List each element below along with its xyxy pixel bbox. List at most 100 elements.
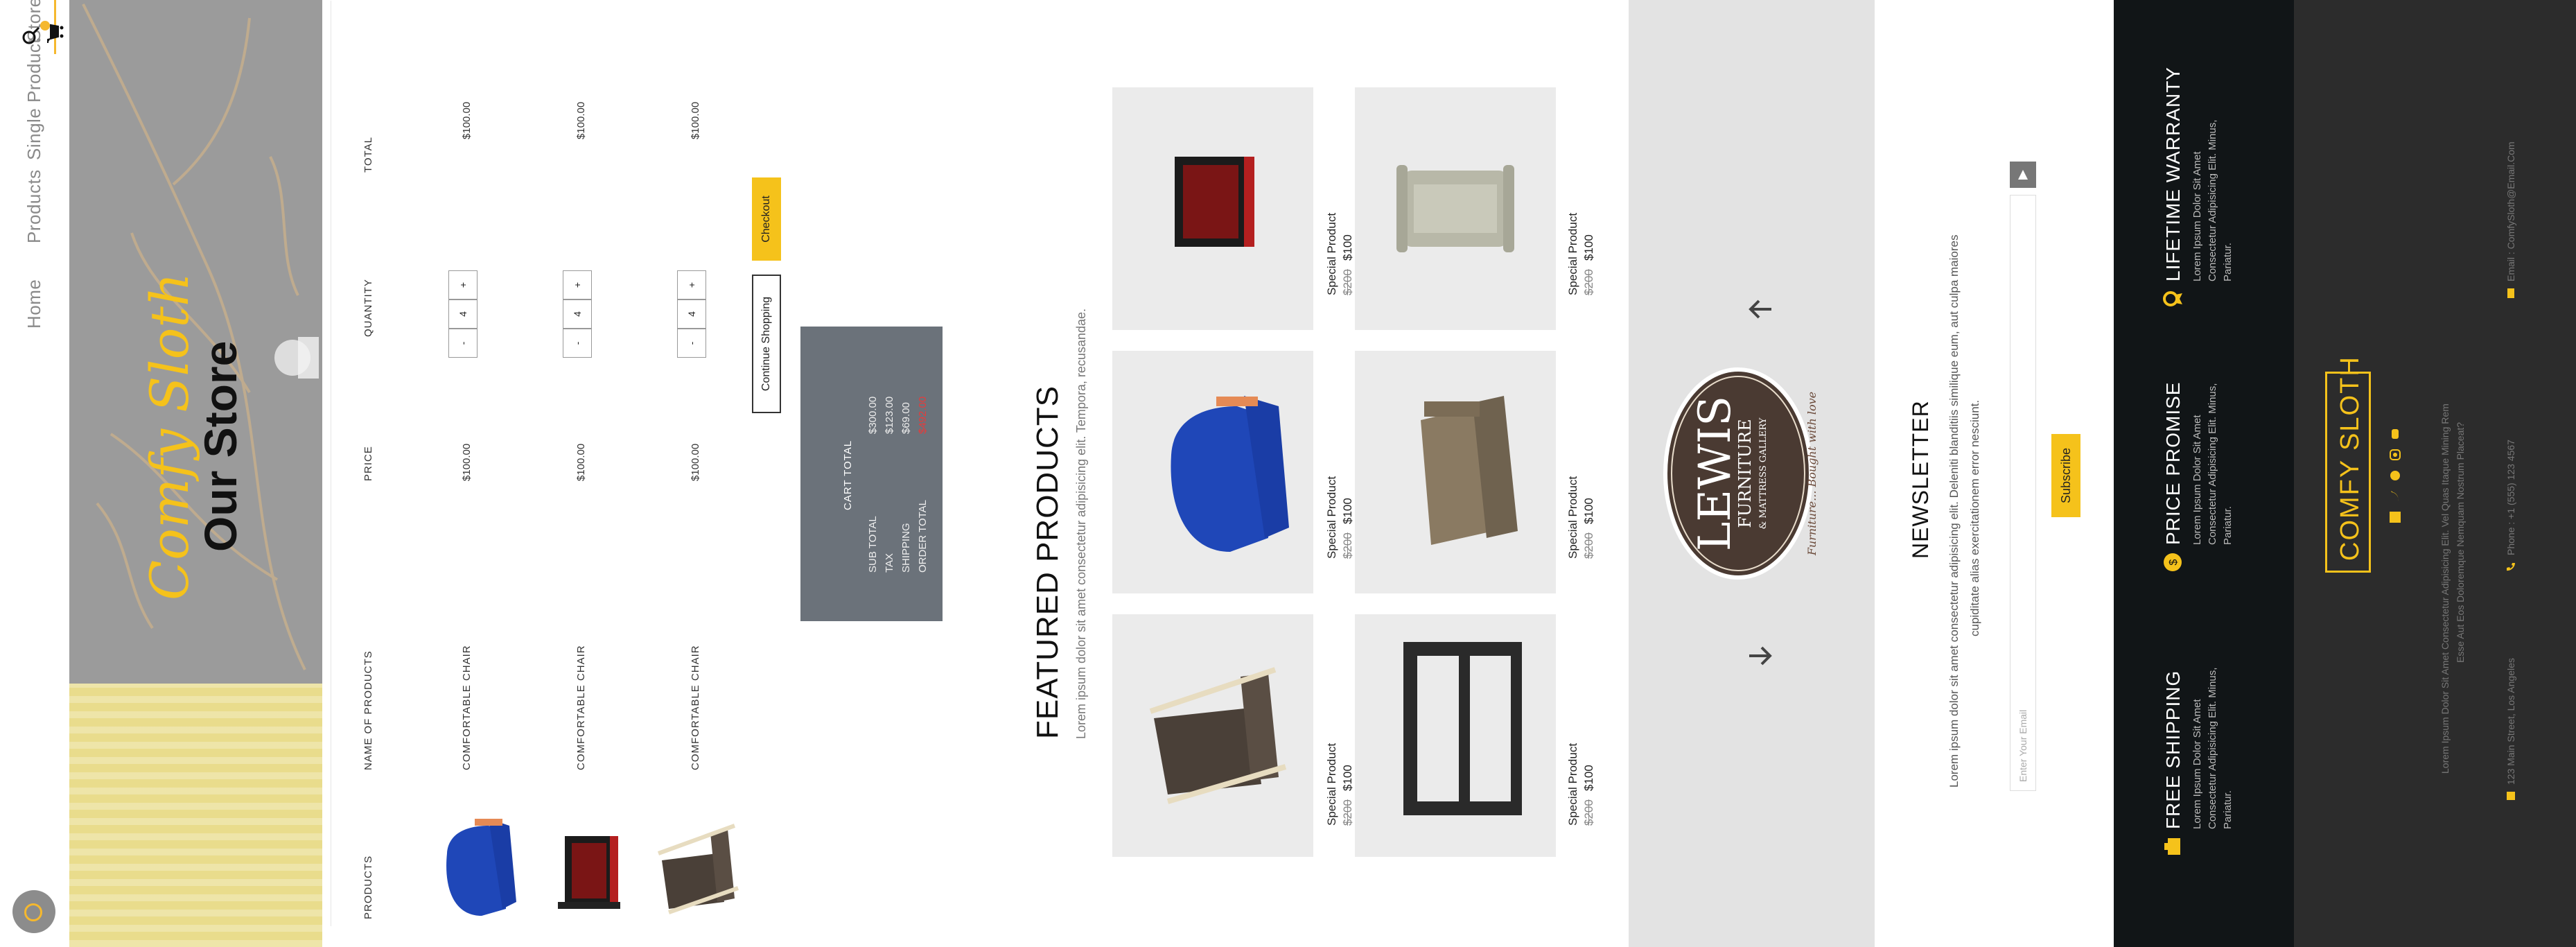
card-name: Special Product bbox=[1566, 742, 1579, 826]
cart-count-badge bbox=[40, 21, 50, 31]
col-name: NAME OF PRODUCTS bbox=[362, 650, 374, 770]
card-old-price: $200 bbox=[1341, 799, 1354, 826]
qty-value-field[interactable]: 4 bbox=[563, 299, 592, 329]
product-card[interactable] bbox=[1355, 351, 1556, 593]
product-name: COMFORTABLE CHAIR bbox=[575, 645, 587, 770]
qty-decrease-button[interactable]: - bbox=[563, 329, 592, 358]
newsletter-title: NEWSLETTER bbox=[1908, 400, 1933, 559]
feature-text: Lorem Ipsum Dolor Sit Amet Consectetur A… bbox=[2191, 119, 2234, 281]
card-price: $100 bbox=[1582, 765, 1595, 791]
row-total: $100.00 bbox=[690, 101, 701, 139]
box-icon bbox=[2164, 838, 2180, 855]
nav-single-product[interactable]: Single Product bbox=[24, 38, 45, 160]
lounge-chair-image bbox=[1149, 667, 1287, 804]
newsletter-text-2: cupiditate alias exercitationem error ne… bbox=[1968, 399, 1981, 636]
col-products: PRODUCTS bbox=[362, 855, 374, 919]
order-total-value: $492.00 bbox=[917, 396, 929, 434]
logo-tagline-text: Furniture... Bought with love bbox=[1805, 392, 1819, 556]
search-icon[interactable] bbox=[21, 26, 40, 46]
card-old-price: $200 bbox=[1341, 269, 1354, 295]
card-price: $100 bbox=[1582, 498, 1595, 524]
product-name: COMFORTABLE CHAIR bbox=[461, 645, 473, 770]
features-band: FREE SHIPPING Lorem Ipsum Dolor Sit Amet… bbox=[2114, 0, 2294, 947]
newsletter-text: Lorem ipsum dolor sit amet consectetur a… bbox=[1947, 234, 1961, 788]
award-icon bbox=[2163, 291, 2182, 306]
hero-title: Our Store bbox=[195, 340, 246, 552]
product-price: $100.00 bbox=[461, 443, 473, 481]
card-old-price: $200 bbox=[1341, 532, 1354, 559]
qty-decrease-button[interactable]: - bbox=[677, 329, 706, 358]
footer-about: Lorem Ipsum Dolor Sit Amet Consectetur A… bbox=[2439, 403, 2451, 774]
location-icon bbox=[2507, 792, 2515, 800]
site-footer: COMFY SLOTH Lorem Ipsum Dolor Sit Amet C… bbox=[2294, 0, 2576, 947]
main-nav: Home Products Single Product Store bbox=[0, 0, 69, 947]
footer-about-2: Esse Aut Eos Doloremque Nemquam Nostrum … bbox=[2455, 422, 2466, 663]
arrow-up-icon[interactable] bbox=[1746, 295, 1774, 323]
red-armchair-image bbox=[1175, 157, 1254, 247]
card-old-price: $200 bbox=[1582, 532, 1595, 559]
instagram-icon[interactable] bbox=[2390, 449, 2401, 460]
logo-main-text: LEWIS bbox=[1690, 396, 1741, 551]
subscribe-button[interactable]: Subscribe bbox=[2051, 434, 2080, 517]
card-old-price: $200 bbox=[1582, 799, 1595, 826]
send-icon[interactable] bbox=[2010, 162, 2036, 188]
product-price: $100.00 bbox=[690, 443, 701, 481]
logo-sub-text: FURNITURE bbox=[1735, 419, 1755, 528]
order-total-label: ORDER TOTAL bbox=[917, 499, 929, 573]
youtube-icon[interactable] bbox=[2390, 428, 2401, 440]
cart-section: PRODUCTS NAME OF PRODUCTS PRICE QUANTITY… bbox=[322, 0, 1015, 947]
product-card[interactable] bbox=[1112, 614, 1313, 857]
arrow-down-icon[interactable] bbox=[1746, 642, 1774, 670]
nav-home[interactable]: Home bbox=[24, 279, 45, 329]
card-price: $100 bbox=[1341, 234, 1354, 261]
continue-shopping-button[interactable]: Continue Shopping bbox=[752, 275, 781, 413]
feature-text: Lorem Ipsum Dolor Sit Amet Consectetur A… bbox=[2191, 667, 2234, 829]
blue-sofa-image bbox=[1171, 396, 1289, 552]
col-total: TOTAL bbox=[362, 137, 374, 173]
twitter-icon[interactable] bbox=[2390, 491, 2401, 502]
red-armchair-image bbox=[558, 836, 620, 909]
feature-title: PRICE PROMISE bbox=[2162, 381, 2184, 545]
subtotal-value: $300.00 bbox=[867, 396, 879, 434]
email-placeholder: Enter Your Email bbox=[2017, 709, 2029, 782]
qty-increase-button[interactable]: + bbox=[448, 270, 477, 299]
brand-carousel: LEWIS FURNITURE & MATTRESS GALLERY Furni… bbox=[1629, 0, 1875, 947]
facebook-icon[interactable] bbox=[2390, 512, 2401, 523]
nav-products[interactable]: Products bbox=[24, 169, 45, 243]
dollar-icon: $ bbox=[2164, 553, 2182, 571]
card-name: Special Product bbox=[1325, 212, 1338, 295]
newsletter-section: NEWSLETTER Lorem ipsum dolor sit amet co… bbox=[1875, 0, 2114, 947]
shipping-value: $69.00 bbox=[900, 402, 912, 434]
card-price: $100 bbox=[1341, 765, 1354, 791]
card-old-price: $200 bbox=[1582, 269, 1595, 295]
qty-increase-button[interactable]: + bbox=[563, 270, 592, 299]
hero-banner: Comfy Sloth Our Store bbox=[69, 0, 322, 947]
featured-subtitle: Lorem ipsum dolor sit amet consectetur a… bbox=[1074, 309, 1088, 739]
checkout-button[interactable]: Checkout bbox=[752, 177, 781, 261]
col-quantity: QUANTITY bbox=[362, 279, 374, 337]
qty-value-field[interactable]: 4 bbox=[677, 299, 706, 329]
footer-address: 123 Main Street, Los Angeles bbox=[2505, 658, 2516, 785]
qty-value-field[interactable]: 4 bbox=[448, 299, 477, 329]
email-field[interactable]: Enter Your Email bbox=[2010, 195, 2036, 791]
pinterest-icon[interactable] bbox=[2390, 470, 2401, 481]
col-price: PRICE bbox=[362, 446, 374, 481]
featured-title: FEATURED PRODUCTS bbox=[1031, 385, 1064, 739]
feature-title: FREE SHIPPING bbox=[2162, 670, 2184, 829]
qty-increase-button[interactable]: + bbox=[677, 270, 706, 299]
product-card[interactable] bbox=[1112, 351, 1313, 593]
svg-text:$: $ bbox=[2168, 559, 2180, 565]
hero-script-title: Comfy Sloth bbox=[139, 272, 200, 600]
cart-row: COMFORTABLE CHAIR $100.00 - 4 + $100.00 bbox=[634, 0, 752, 947]
product-card[interactable] bbox=[1355, 614, 1556, 857]
row-total: $100.00 bbox=[575, 101, 587, 139]
site-header: Home Products Single Product Store bbox=[0, 0, 69, 947]
product-card[interactable] bbox=[1112, 87, 1313, 330]
row-total: $100.00 bbox=[461, 101, 473, 139]
grey-sofa-image bbox=[1396, 165, 1514, 252]
footer-logo[interactable]: COMFY SLOTH bbox=[2325, 356, 2371, 573]
feature-text: Lorem Ipsum Dolor Sit Amet Consectetur A… bbox=[2191, 383, 2234, 545]
qty-decrease-button[interactable]: - bbox=[448, 329, 477, 358]
shelf-image bbox=[1403, 642, 1522, 815]
product-card[interactable] bbox=[1355, 87, 1556, 330]
